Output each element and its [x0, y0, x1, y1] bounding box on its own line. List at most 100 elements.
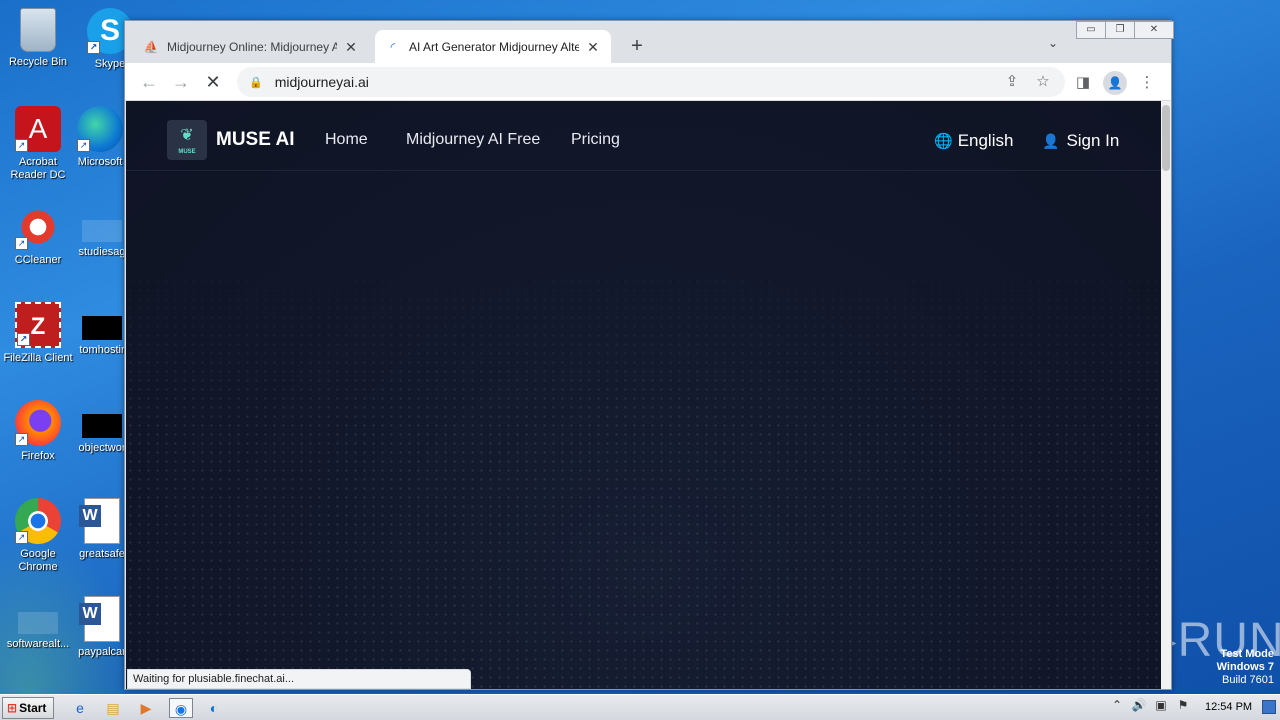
desktop-icon-label: Google Chrome	[18, 548, 58, 573]
file-icon	[82, 414, 122, 438]
desktop-icon-label: Microsoft	[77, 156, 123, 168]
tab-title: Midjourney Online: Midjourney Ai On	[167, 39, 337, 54]
edge-taskbar-icon[interactable]: ◐	[204, 698, 224, 718]
chrome-icon: ↗	[15, 498, 61, 544]
tab-midjourney-online[interactable]: ⛵ Midjourney Online: Midjourney Ai On ✕	[133, 30, 369, 63]
desktop-icon-label: CCleaner	[14, 254, 62, 266]
tab-close-icon[interactable]: ✕	[343, 39, 359, 55]
address-text: midjourneyai.ai	[274, 74, 369, 90]
test-mode-notice: Test Mode Windows 7 Build 7601	[1217, 648, 1274, 687]
desktop-icon-label: Firefox	[21, 450, 55, 462]
action-center-flag-icon[interactable]: ⚑	[1172, 698, 1194, 712]
show-desktop-button[interactable]	[1262, 700, 1276, 714]
start-button[interactable]: ⊞ Start	[2, 697, 54, 719]
window-controls: ▭ ❐ ✕	[1076, 21, 1174, 39]
desktop-icon-label: Acrobat Reader DC	[10, 156, 66, 181]
user-icon: 👤	[1042, 132, 1060, 149]
taskbar: ⊞ Start e ▤ ▶ ◉ ◐ ⌃ 🔊 ▣ ⚑ 12:54 PM	[0, 694, 1280, 720]
os-label: Windows 7	[1216, 661, 1274, 673]
nav-pricing[interactable]: Pricing	[571, 131, 620, 149]
file-icon	[82, 220, 122, 242]
restore-button[interactable]: ❐	[1105, 21, 1135, 39]
skype-glyph: S	[99, 14, 120, 47]
sign-in-button[interactable]: 👤 Sign In	[1042, 131, 1119, 151]
shortcut-arrow-icon: ↗	[15, 237, 28, 250]
windows-flag-icon: ⊞	[7, 701, 18, 715]
network-icon[interactable]: ▣	[1150, 698, 1172, 712]
brand-name[interactable]: MUSE AI	[216, 129, 294, 151]
scrollbar-thumb[interactable]	[1162, 105, 1170, 171]
desktop-icon-label: tomhostir	[79, 344, 125, 356]
firefox-icon: ↗	[15, 400, 61, 446]
filezilla-icon: Z ↗	[15, 302, 61, 348]
browser-toolbar: ← → ✕ 🔒 midjourneyai.ai ⇪ ☆ ◨ 👤 ⋮	[125, 63, 1171, 101]
lock-icon: 🔒	[249, 76, 263, 89]
nav-home[interactable]: Home	[325, 131, 368, 149]
system-tray: ⌃ 🔊 ▣ ⚑	[1106, 698, 1194, 712]
desktop-icon-recycle-bin[interactable]: Recycle Bin	[0, 8, 76, 69]
desktop-icon-label: paypalcar	[78, 646, 126, 658]
word-document-icon	[79, 596, 120, 642]
desktop-icon-label: FileZilla Client	[3, 352, 73, 364]
language-selector[interactable]: 🌐 English	[934, 131, 1013, 151]
address-bar[interactable]: 🔒 midjourneyai.ai	[237, 67, 1065, 97]
shortcut-arrow-icon: ↗	[17, 333, 30, 346]
nav-midjourney-ai-free[interactable]: Midjourney AI Free	[406, 131, 540, 149]
shortcut-arrow-icon: ↗	[15, 531, 28, 544]
page-scrollbar[interactable]	[1161, 101, 1171, 689]
shortcut-arrow-icon: ↗	[15, 139, 28, 152]
tab-search-button[interactable]: ⌄	[1043, 36, 1063, 56]
tray-expand-icon[interactable]: ⌃	[1106, 698, 1128, 712]
sign-in-label: Sign In	[1066, 131, 1120, 150]
close-window-button[interactable]: ✕	[1134, 21, 1174, 39]
internet-explorer-icon[interactable]: e	[70, 698, 90, 718]
tab-close-icon[interactable]: ✕	[585, 39, 601, 55]
ccleaner-icon: ↗	[15, 204, 61, 250]
desktop-icon-label: objectwor	[78, 442, 126, 454]
browser-window: ⛵ Midjourney Online: Midjourney Ai On ✕ …	[124, 20, 1174, 690]
stop-loading-icon[interactable]: ✕	[201, 70, 225, 94]
tab-ai-art-generator[interactable]: ◜ AI Art Generator Midjourney Alterna ✕	[375, 30, 611, 63]
edge-icon: ↗	[77, 106, 123, 152]
chrome-taskbar-icon[interactable]: ◉	[169, 698, 193, 718]
dot-pattern-background	[126, 241, 1161, 689]
tab-strip: ⛵ Midjourney Online: Midjourney Ai On ✕ …	[125, 21, 1174, 63]
word-document-icon	[79, 498, 120, 544]
side-panel-icon[interactable]: ◨	[1071, 71, 1095, 95]
file-explorer-icon[interactable]: ▤	[103, 698, 123, 718]
bookmark-star-icon[interactable]: ☆	[1032, 71, 1054, 93]
back-arrow-icon[interactable]: ←	[137, 70, 161, 94]
share-icon[interactable]: ⇪	[1001, 71, 1023, 93]
desktop-icon-label: Skype	[94, 58, 126, 70]
language-label: English	[957, 131, 1014, 150]
tab-title: AI Art Generator Midjourney Alterna	[409, 39, 579, 54]
desktop-icon-label: greatsafe	[79, 548, 125, 560]
filezilla-glyph: Z	[30, 313, 46, 340]
media-player-icon[interactable]: ▶	[136, 698, 156, 718]
tree-logo-icon: ❦	[180, 127, 194, 144]
shortcut-arrow-icon: ↗	[77, 139, 90, 152]
site-header: ❦ MUSE MUSE AI Home Midjourney AI Free P…	[126, 101, 1161, 171]
desktop-icon-label: studiesag	[78, 246, 126, 258]
file-icon	[18, 612, 58, 634]
menu-kebab-icon[interactable]: ⋮	[1135, 71, 1159, 95]
desktop-icon-label: Recycle Bin	[8, 56, 68, 68]
profile-avatar-icon[interactable]: 👤	[1103, 71, 1127, 95]
build-label: Build 7601	[1222, 674, 1274, 686]
minimize-button[interactable]: ▭	[1076, 21, 1106, 39]
shortcut-arrow-icon: ↗	[15, 433, 28, 446]
forward-arrow-icon[interactable]: →	[169, 70, 193, 94]
recycle-bin-icon	[20, 8, 56, 52]
loading-icon: ◜	[390, 39, 396, 54]
site-logo[interactable]: ❦ MUSE	[167, 120, 207, 160]
desktop-icon-label: softwarealt...	[6, 638, 70, 650]
test-mode-label: Test Mode	[1220, 648, 1274, 660]
logo-text: MUSE	[178, 149, 196, 155]
globe-icon: 🌐	[934, 133, 953, 150]
volume-icon[interactable]: 🔊	[1128, 698, 1150, 712]
new-tab-button[interactable]: +	[625, 35, 649, 59]
shortcut-arrow-icon: ↗	[87, 41, 100, 54]
clock[interactable]: 12:54 PM	[1205, 701, 1252, 713]
web-page: ❦ MUSE MUSE AI Home Midjourney AI Free P…	[126, 101, 1161, 689]
acrobat-glyph: A	[28, 113, 48, 144]
